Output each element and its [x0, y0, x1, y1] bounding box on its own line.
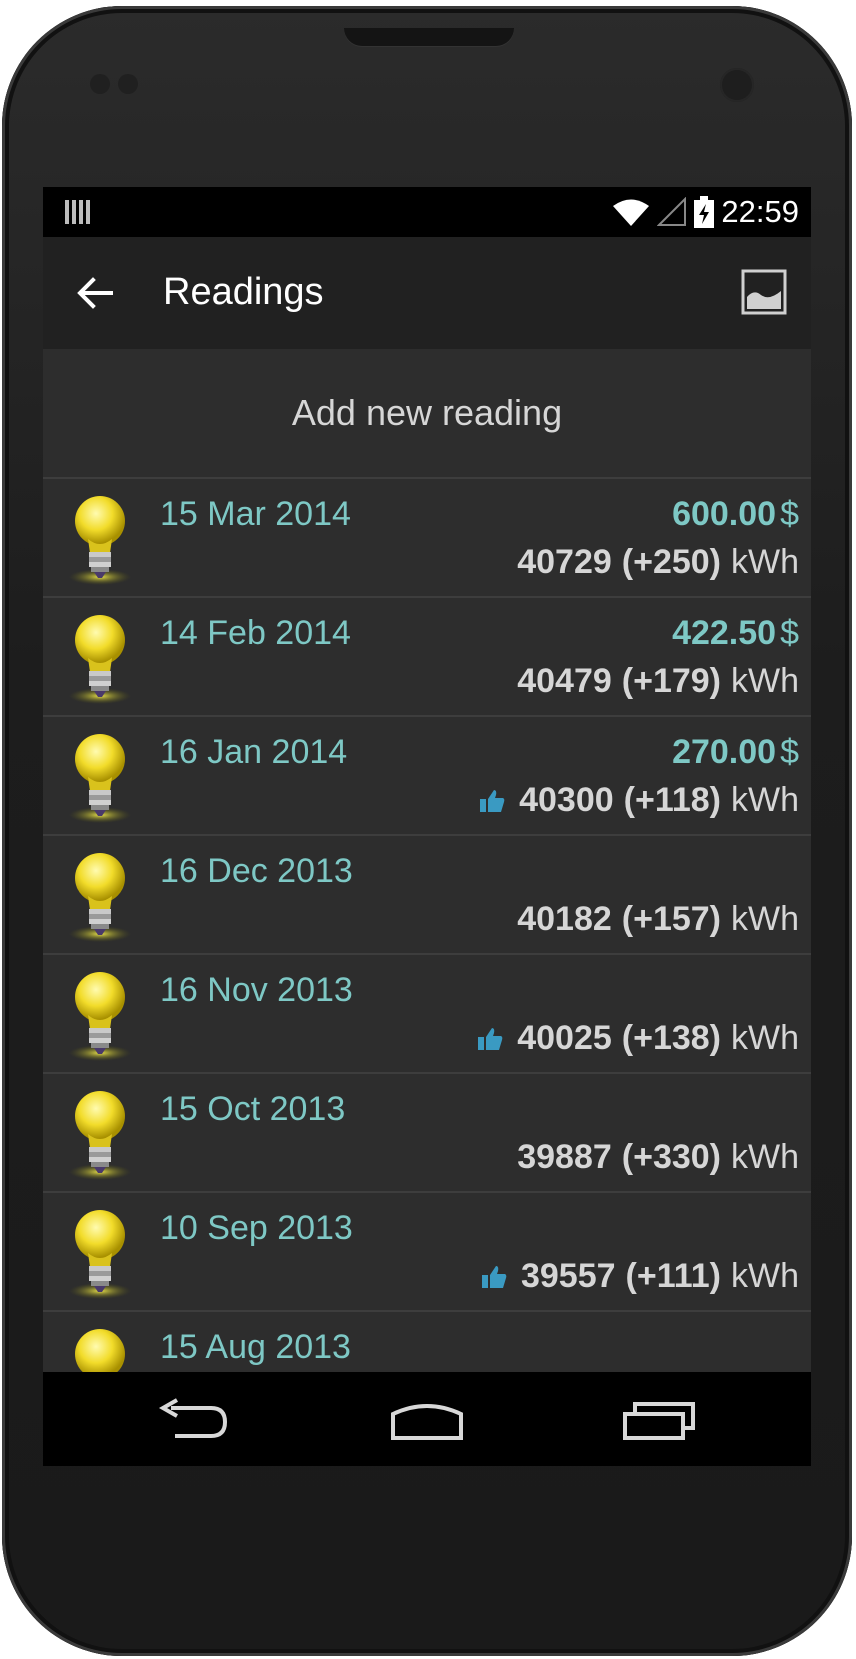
reading-delta: (+330)	[621, 1138, 721, 1176]
readings-list: 15 Mar 2014 600.00 $40729 (+250) kWh 14 Feb 2…	[43, 477, 811, 1429]
reading-unit: kWh	[731, 1138, 799, 1176]
reading-date: 15 Aug 2013	[160, 1328, 351, 1366]
reading-unit: kWh	[731, 900, 799, 938]
reading-row[interactable]: 16 Jan 2014 270.00 $40300 (+118) kWh	[43, 715, 811, 834]
reading-cost: 600.00 $	[672, 495, 799, 534]
reading-cost: 270.00 $	[672, 733, 799, 772]
reading-date: 16 Nov 2013	[160, 971, 353, 1009]
home-nav-icon[interactable]	[387, 1398, 467, 1442]
reading-date: 14 Feb 2014	[160, 614, 351, 652]
reading-row[interactable]: 15 Mar 2014 600.00 $40729 (+250) kWh	[43, 477, 811, 596]
lightbulb-icon	[69, 734, 131, 823]
add-reading-button[interactable]: Add new reading	[43, 349, 811, 477]
thumbs-up-icon	[480, 789, 505, 812]
reading-delta: (+250)	[621, 543, 721, 581]
screen: 22:59 Readings Add new reading 15 Mar 20…	[43, 187, 811, 1466]
app-bar: Readings	[43, 237, 811, 349]
thumbs-up-icon	[478, 1027, 503, 1050]
earpiece-speaker	[344, 28, 514, 46]
barcode-notification-icon	[65, 200, 91, 224]
proximity-sensor	[90, 74, 110, 94]
reading-delta: (+157)	[621, 900, 721, 938]
reading-date: 15 Oct 2013	[160, 1090, 346, 1128]
cost-value: 270.00	[672, 733, 777, 771]
navigation-bar	[43, 1372, 811, 1466]
reading-value: 40479	[517, 662, 612, 700]
reading-row[interactable]: 10 Sep 2013 39557 (+111) kWh	[43, 1191, 811, 1310]
recents-nav-icon[interactable]	[619, 1398, 699, 1442]
signal-icon	[657, 197, 687, 226]
status-bar: 22:59	[43, 187, 811, 237]
lightbulb-icon	[69, 496, 131, 585]
meter-reading: 39887 (+330) kWh	[517, 1138, 799, 1177]
reading-date: 16 Jan 2014	[160, 733, 348, 771]
reading-date: 10 Sep 2013	[160, 1209, 353, 1247]
lightbulb-icon	[69, 853, 131, 942]
reading-value: 40025	[517, 1019, 612, 1057]
page-title: Readings	[163, 271, 324, 313]
reading-unit: kWh	[731, 662, 799, 700]
status-icons: 22:59	[611, 193, 799, 231]
cost-value: 600.00	[672, 495, 777, 533]
meter-reading: 40729 (+250) kWh	[517, 543, 799, 582]
lightbulb-icon	[69, 1091, 131, 1180]
lightbulb-icon	[69, 615, 131, 704]
lightbulb-icon	[69, 972, 131, 1061]
thumbs-up-icon	[481, 1265, 507, 1288]
reading-date: 15 Mar 2014	[160, 495, 351, 533]
reading-date: 16 Dec 2013	[160, 852, 353, 890]
light-sensor	[118, 74, 138, 94]
reading-delta: (+118)	[623, 781, 721, 819]
back-nav-icon[interactable]	[153, 1398, 233, 1442]
battery-charging-icon	[694, 196, 715, 228]
reading-row[interactable]: 16 Dec 2013 40182 (+157) kWh	[43, 834, 811, 953]
arrow-left-icon[interactable]	[69, 267, 121, 319]
reading-row[interactable]: 15 Oct 2013 39887 (+330) kWh	[43, 1072, 811, 1191]
reading-delta: (+138)	[621, 1019, 721, 1057]
reading-value: 39887	[517, 1138, 612, 1176]
meter-reading: 40300 (+118) kWh	[479, 781, 799, 820]
cost-value: 422.50	[672, 614, 777, 652]
front-camera	[720, 68, 754, 102]
image-icon[interactable]	[741, 269, 787, 315]
status-time: 22:59	[721, 194, 799, 229]
wifi-icon	[613, 199, 650, 226]
reading-value: 40300	[519, 781, 614, 819]
lightbulb-icon	[69, 1210, 131, 1299]
reading-value: 40729	[517, 543, 612, 581]
reading-cost: 422.50 $	[672, 614, 799, 653]
reading-row[interactable]: 14 Feb 2014 422.50 $40479 (+179) kWh	[43, 596, 811, 715]
reading-row[interactable]: 16 Nov 2013 40025 (+138) kWh	[43, 953, 811, 1072]
meter-reading: 40479 (+179) kWh	[517, 662, 799, 701]
add-reading-label: Add new reading	[291, 392, 563, 433]
reading-value: 39557	[520, 1257, 616, 1295]
meter-reading: 40182 (+157) kWh	[517, 900, 799, 939]
meter-reading: 39557 (+111) kWh	[481, 1257, 799, 1296]
cost-currency: $	[780, 733, 799, 771]
reading-unit: kWh	[731, 1257, 799, 1295]
reading-unit: kWh	[731, 781, 799, 819]
reading-unit: kWh	[731, 543, 799, 581]
meter-reading: 40025 (+138) kWh	[477, 1019, 799, 1058]
reading-value: 40182	[517, 900, 612, 938]
reading-delta: (+179)	[621, 662, 721, 700]
reading-delta: (+111)	[625, 1257, 721, 1295]
cost-currency: $	[780, 495, 799, 533]
reading-unit: kWh	[731, 1019, 799, 1057]
cost-currency: $	[780, 614, 799, 652]
